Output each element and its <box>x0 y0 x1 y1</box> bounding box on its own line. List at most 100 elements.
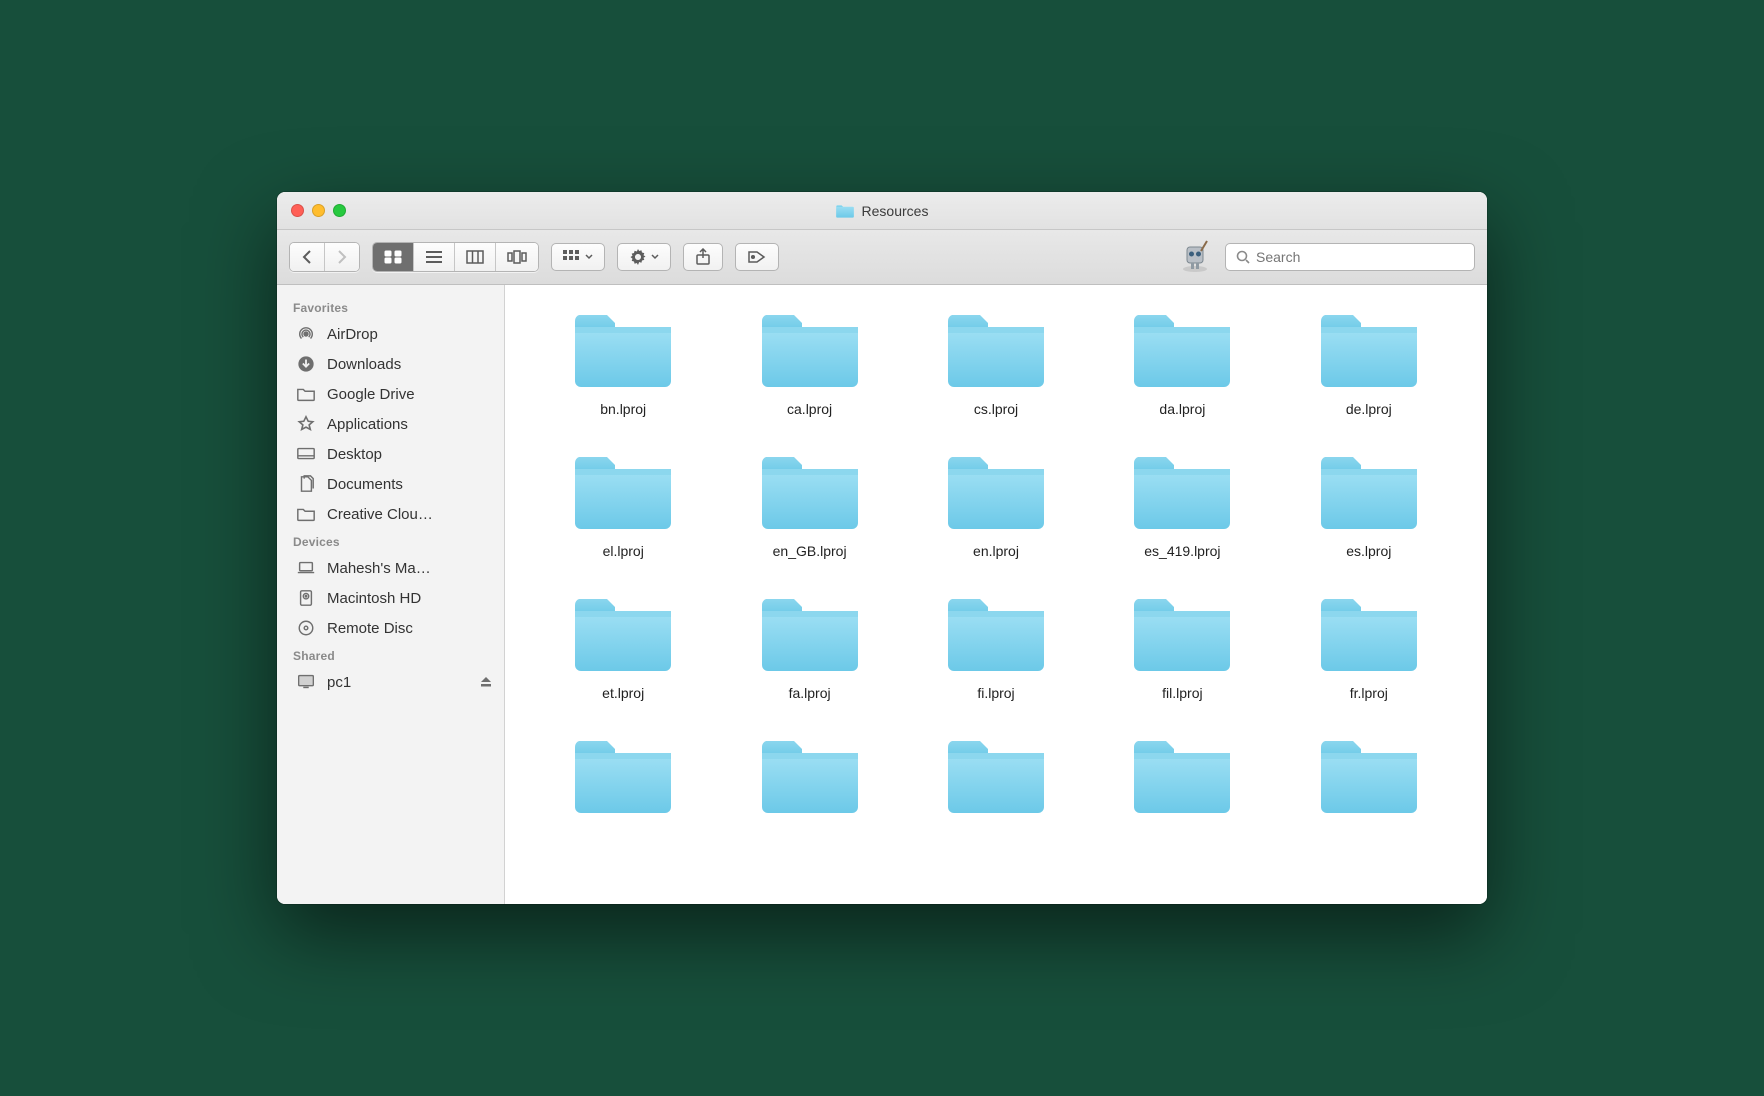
file-item[interactable]: es.lproj <box>1281 447 1457 559</box>
nav-buttons <box>289 242 360 272</box>
coverflow-view-icon <box>507 250 527 264</box>
sidebar-item-downloads[interactable]: Downloads <box>277 349 504 379</box>
file-browser[interactable]: bn.lproj ca.lproj cs.lproj da.lproj de.l… <box>505 285 1487 904</box>
search-input[interactable] <box>1256 249 1464 265</box>
folder-icon <box>758 731 862 819</box>
file-name: fa.lproj <box>789 685 831 701</box>
folder-icon <box>944 447 1048 535</box>
share-button[interactable] <box>683 243 723 271</box>
file-item[interactable]: fil.lproj <box>1094 589 1270 701</box>
column-view-button[interactable] <box>455 243 496 271</box>
list-view-button[interactable] <box>414 243 455 271</box>
sidebar-item-laptop[interactable]: Mahesh's Ma… <box>277 553 504 583</box>
sidebar-item-label: Google Drive <box>327 386 492 403</box>
file-item[interactable]: en_GB.lproj <box>721 447 897 559</box>
file-name: ca.lproj <box>787 401 832 417</box>
file-item[interactable]: et.lproj <box>535 589 711 701</box>
eject-icon[interactable] <box>480 676 492 688</box>
folder-icon <box>571 731 675 819</box>
download-icon <box>295 354 317 374</box>
zoom-button[interactable] <box>333 204 346 217</box>
file-item[interactable]: de.lproj <box>1281 305 1457 417</box>
chevron-right-icon <box>336 250 348 264</box>
file-item[interactable]: da.lproj <box>1094 305 1270 417</box>
folder-icon <box>1317 589 1421 677</box>
file-item[interactable]: fr.lproj <box>1281 589 1457 701</box>
sidebar-item-applications[interactable]: Applications <box>277 409 504 439</box>
sidebar-item-label: Documents <box>327 476 492 493</box>
arrange-button[interactable] <box>551 243 605 271</box>
sidebar-item-label: pc1 <box>327 674 470 691</box>
back-button[interactable] <box>290 243 325 271</box>
sidebar-item-remotedisc[interactable]: Remote Disc <box>277 613 504 643</box>
file-item[interactable]: en.lproj <box>908 447 1084 559</box>
chevron-down-icon <box>651 254 659 260</box>
window-body: Favorites AirDrop Downloads <box>277 285 1487 904</box>
search-field[interactable] <box>1225 243 1475 271</box>
file-item[interactable]: cs.lproj <box>908 305 1084 417</box>
file-item[interactable]: el.lproj <box>535 447 711 559</box>
icon-view-button[interactable] <box>373 243 414 271</box>
file-item[interactable]: fa.lproj <box>721 589 897 701</box>
folder-icon <box>1130 731 1234 819</box>
sidebar-item-airdrop[interactable]: AirDrop <box>277 319 504 349</box>
folder-icon <box>944 731 1048 819</box>
grid-icon <box>563 250 581 264</box>
list-view-icon <box>425 250 443 264</box>
folder-icon <box>1130 447 1234 535</box>
sidebar-item-hdd[interactable]: Macintosh HD <box>277 583 504 613</box>
file-item[interactable]: es_419.lproj <box>1094 447 1270 559</box>
file-name: en_GB.lproj <box>773 543 847 559</box>
automator-icon[interactable] <box>1177 239 1213 275</box>
file-item[interactable] <box>1281 731 1457 827</box>
file-item[interactable] <box>535 731 711 827</box>
tags-button[interactable] <box>735 243 779 271</box>
file-name: et.lproj <box>602 685 644 701</box>
file-item[interactable]: ca.lproj <box>721 305 897 417</box>
toolbar <box>277 230 1487 285</box>
file-name: bn.lproj <box>600 401 646 417</box>
file-item[interactable]: fi.lproj <box>908 589 1084 701</box>
documents-icon <box>295 474 317 494</box>
file-item[interactable] <box>1094 731 1270 827</box>
sidebar-section-shared: Shared <box>277 643 504 667</box>
action-button[interactable] <box>617 243 671 271</box>
sidebar-item-label: Desktop <box>327 446 492 463</box>
column-view-icon <box>466 250 484 264</box>
sidebar[interactable]: Favorites AirDrop Downloads <box>277 285 505 904</box>
close-button[interactable] <box>291 204 304 217</box>
sidebar-item-creativecloud[interactable]: Creative Clou… <box>277 499 504 529</box>
folder-icon <box>1130 305 1234 393</box>
folder-icon <box>944 305 1048 393</box>
file-item[interactable] <box>908 731 1084 827</box>
folder-icon <box>571 447 675 535</box>
sidebar-item-googledrive[interactable]: Google Drive <box>277 379 504 409</box>
folder-icon <box>295 504 317 524</box>
folder-icon <box>1317 305 1421 393</box>
sidebar-item-documents[interactable]: Documents <box>277 469 504 499</box>
file-item[interactable] <box>721 731 897 827</box>
minimize-button[interactable] <box>312 204 325 217</box>
folder-icon <box>295 384 317 404</box>
hdd-icon <box>295 588 317 608</box>
icon-view-icon <box>384 250 402 264</box>
folder-icon <box>836 203 854 218</box>
chevron-left-icon <box>301 250 313 264</box>
file-item[interactable]: bn.lproj <box>535 305 711 417</box>
file-name: da.lproj <box>1159 401 1205 417</box>
sidebar-item-label: Macintosh HD <box>327 590 492 607</box>
window-title: Resources <box>277 203 1487 219</box>
disc-icon <box>295 618 317 638</box>
file-name: cs.lproj <box>974 401 1018 417</box>
sidebar-section-devices: Devices <box>277 529 504 553</box>
coverflow-view-button[interactable] <box>496 243 538 271</box>
sidebar-item-pc1[interactable]: pc1 <box>277 667 504 697</box>
sidebar-item-desktop[interactable]: Desktop <box>277 439 504 469</box>
folder-icon <box>571 589 675 677</box>
folder-icon <box>758 589 862 677</box>
folder-icon <box>1317 731 1421 819</box>
airdrop-icon <box>295 324 317 344</box>
window-title-text: Resources <box>862 203 929 219</box>
sidebar-item-label: Downloads <box>327 356 492 373</box>
forward-button[interactable] <box>325 243 359 271</box>
